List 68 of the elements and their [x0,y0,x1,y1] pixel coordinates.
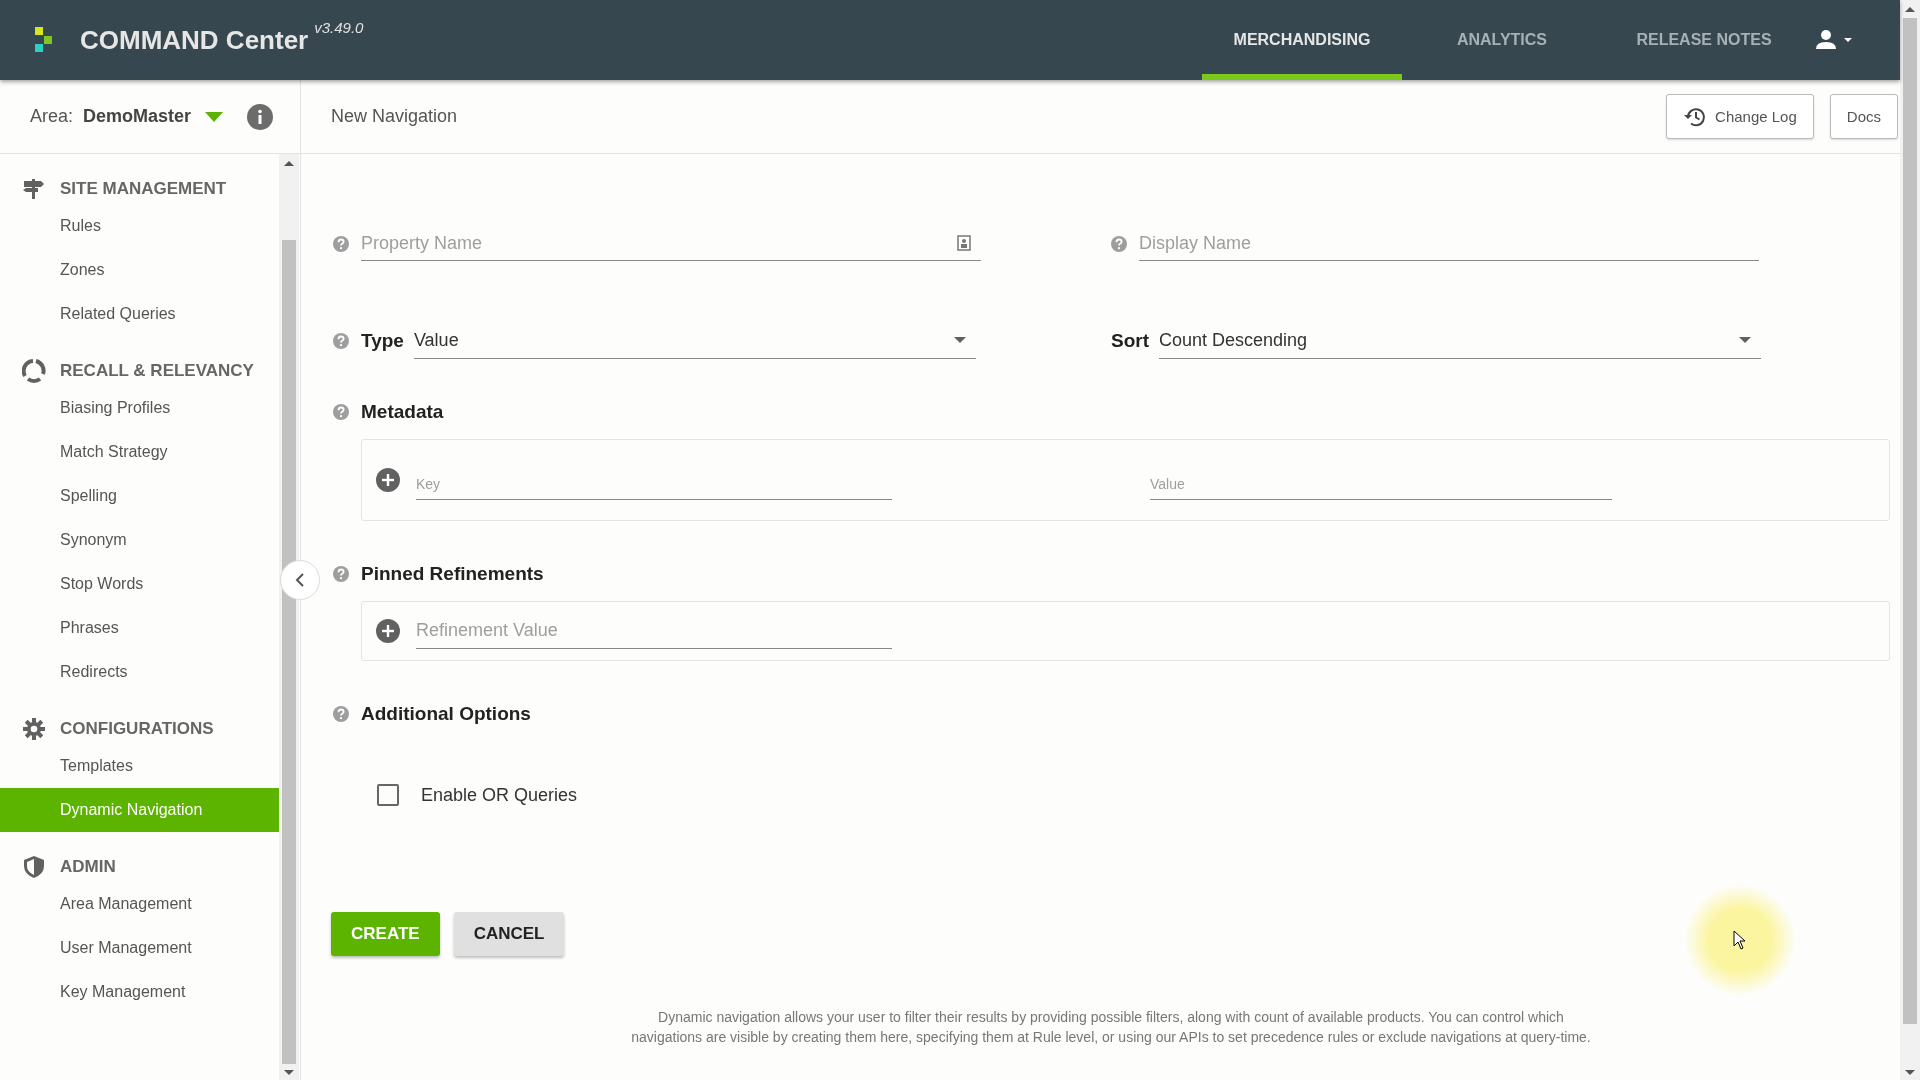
section-heading: SITE MANAGEMENT [60,179,227,199]
section-title: Additional Options [361,703,531,725]
chevron-left-icon [295,573,305,587]
page-title: New Navigation [331,106,459,127]
property-name-field[interactable]: Property Name [361,226,981,261]
type-dropdown[interactable]: Value [413,322,976,359]
area-dropdown[interactable]: DemoMaster [83,106,224,127]
signpost-icon [22,177,46,201]
sidebar-item[interactable]: Redirects [0,650,279,694]
nav-tab[interactable]: MERCHANDISING [1202,0,1402,80]
sidebar-item[interactable]: User Management [0,926,279,970]
field-label: Type [361,329,404,352]
sidebar-item[interactable]: Spelling [0,474,279,518]
checkbox-label: Enable OR Queries [421,784,578,806]
app-title: COMMAND Center [80,24,309,56]
caret-icon [205,111,224,122]
collapse-button[interactable] [280,560,320,600]
cancel-button[interactable]: CANCEL [453,912,565,956]
sidebar-item[interactable]: Templates [0,744,279,788]
add-icon[interactable] [376,468,400,492]
sidebar-item[interactable]: Synonym [0,518,279,562]
pointer-icon [1733,930,1747,950]
logo-icon [35,27,53,53]
sidebar-item[interactable]: Rules [0,204,279,248]
cycle-icon [22,359,46,383]
version-label: v3.49.0 [314,18,364,36]
section-title: Pinned Refinements [361,563,544,585]
change-log-button[interactable]: Change Log [1666,94,1814,139]
caret-icon [953,337,966,343]
nav-tab[interactable]: RELEASE NOTES [1604,0,1804,80]
sidebar-item[interactable]: Area Management [0,882,279,926]
sidebar-item[interactable]: Related Queries [0,292,279,336]
section-heading: RECALL & RELEVANCY [60,361,254,381]
footer-note: Dynamic navigation allows your user to filter their results by providing possible filters, along with count of available products. You can control which navigations are visible by creating them here, specifying them at Rule level, or using our APIs to set precedence rules or exclude navigations at query-time. [631,1008,1591,1047]
sidebar-item[interactable]: Key Management [0,970,279,1014]
sidebar-item[interactable]: Match Strategy [0,430,279,474]
section-title: Metadata [361,401,444,423]
info-icon[interactable] [247,103,274,130]
display-name-field[interactable]: Display Name [1139,226,1759,261]
help-icon[interactable] [333,706,349,722]
caret-icon [1739,337,1751,343]
sort-dropdown[interactable]: Count Descending [1159,322,1761,359]
help-icon[interactable] [333,404,349,420]
value-field[interactable]: Value [1150,468,1612,500]
help-icon[interactable] [1111,235,1127,252]
section-heading: CONFIGURATIONS [60,719,214,739]
section-heading: ADMIN [60,857,116,877]
sidebar-item[interactable]: Biasing Profiles [0,386,279,430]
sidebar-item[interactable]: Stop Words [0,562,279,606]
area-label: Area: [30,106,74,127]
help-icon[interactable] [333,235,349,252]
nav-tab[interactable]: ANALYTICS [1402,0,1602,80]
user-menu-button[interactable] [1816,29,1852,51]
add-icon[interactable] [376,619,400,643]
field-label: Sort [1111,329,1149,352]
user-icon [1816,29,1852,51]
page-scrollbar[interactable] [1900,0,1920,1080]
scrollbar[interactable] [279,154,299,1080]
shield-icon [22,855,46,879]
sidebar-item[interactable]: Phrases [0,606,279,650]
refinement-value-field[interactable]: Refinement Value [416,613,892,649]
docs-button[interactable]: Docs [1829,94,1898,139]
key-field[interactable]: Key [416,468,892,500]
help-icon[interactable] [333,566,349,582]
sidebar-item[interactable]: Zones [0,248,279,292]
contact-card-icon [957,235,971,251]
checkbox[interactable] [377,784,399,806]
help-icon[interactable] [333,332,349,349]
